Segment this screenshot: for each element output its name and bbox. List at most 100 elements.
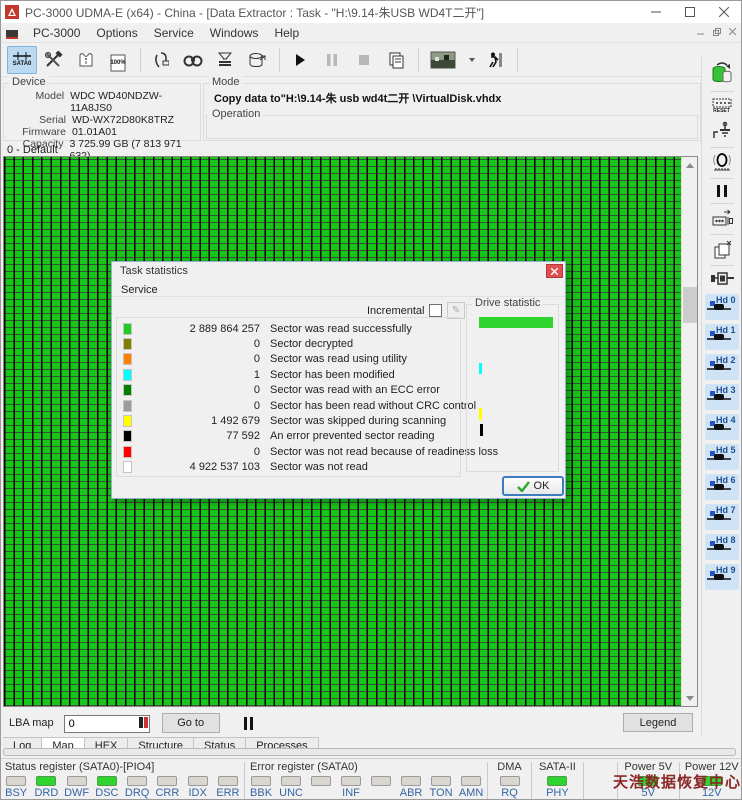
hd-head-button[interactable]: Hd 6 [705, 474, 739, 500]
toolbar: SATA0 100% [1, 43, 703, 77]
ide-connector-icon[interactable] [705, 271, 739, 285]
dialog-close-button[interactable] [546, 264, 563, 278]
sector-count: 0 [132, 353, 260, 365]
pause-task-icon[interactable] [705, 184, 739, 198]
sector-count: 0 [132, 400, 260, 412]
utility-tools-button[interactable] [39, 46, 69, 74]
color-swatch [123, 369, 132, 381]
mode-title: Mode [209, 76, 243, 88]
goto-button[interactable]: Go to [162, 713, 220, 733]
sata0-port-button[interactable]: SATA0 [7, 46, 37, 74]
titlebar: PC-3000 UDMA-E (x64) - China - [Data Ext… [1, 1, 741, 23]
status-register-group: Status register (SATA0)-[PIO4] BSYDRDDWF… [1, 761, 243, 800]
menu-item[interactable]: Service [146, 24, 202, 42]
oscilloscope-probe-button[interactable] [146, 46, 176, 74]
mdi-restore-icon[interactable] [713, 28, 721, 39]
device-field-row: Model WDC WD40NDZW-11A8JS0 [4, 90, 200, 114]
hd-head-button[interactable]: Hd 7 [705, 504, 739, 530]
device-field-row: Serial WD-WX72D80K8TRZ [4, 114, 200, 126]
hd-head-button[interactable]: Hd 4 [705, 414, 739, 440]
lba-input[interactable] [64, 715, 150, 733]
statistics-row: 0 Sector decrypted [117, 336, 460, 351]
menu-item[interactable]: PC-3000 [25, 24, 88, 42]
exit-button[interactable] [480, 46, 510, 74]
sector-label: Sector was read successfully [270, 323, 412, 335]
sector-counter-icon[interactable] [705, 153, 739, 173]
dma-group: DMA RQ [489, 761, 530, 800]
window-title: PC-3000 UDMA-E (x64) - China - [Data Ext… [25, 4, 484, 21]
color-swatch [123, 400, 132, 412]
mdi-minimize-icon[interactable] [697, 28, 705, 39]
pause-button[interactable] [317, 46, 347, 74]
legend-button[interactable]: Legend [623, 713, 693, 732]
dialog-menu-service[interactable]: Service [112, 282, 158, 296]
stop-button[interactable] [349, 46, 379, 74]
ok-button[interactable]: OK [502, 476, 564, 496]
chip-transfer-icon[interactable] [705, 209, 739, 229]
virtual-disk-icon[interactable] [705, 60, 739, 86]
menu-item[interactable]: Help [266, 24, 307, 42]
close-copies-icon[interactable] [705, 240, 739, 260]
error-led: BBK [246, 776, 276, 799]
percent-label: 100% [110, 60, 125, 66]
incremental-checkbox[interactable] [429, 304, 442, 317]
hd-head-button[interactable]: Hd 3 [705, 384, 739, 410]
power-probe-icon[interactable] [705, 120, 739, 142]
maximize-button[interactable] [673, 1, 707, 23]
map-scrollbar[interactable] [681, 157, 697, 706]
menu-item[interactable]: Windows [202, 24, 267, 42]
error-led: AMN [456, 776, 486, 799]
menu-item[interactable]: Options [88, 24, 145, 42]
hd-head-icon [707, 450, 731, 468]
hd-head-button[interactable]: Hd 9 [705, 564, 739, 590]
filter-funnel-button[interactable] [210, 46, 240, 74]
dialog-titlebar[interactable]: Task statistics [112, 262, 565, 280]
sata2-group: SATA-II PHY [533, 761, 582, 800]
mdi-child-icon [5, 27, 19, 39]
drive-statistic-mark [479, 363, 482, 374]
map-view-dropdown[interactable] [464, 46, 478, 74]
status-led: DSC [92, 776, 122, 799]
status-led: ERR [213, 776, 243, 799]
sector-count: 77 592 [132, 430, 260, 442]
hd-head-button[interactable]: Hd 8 [705, 534, 739, 560]
close-button[interactable] [707, 1, 741, 23]
sector-label: Sector was read with an ECC error [270, 384, 440, 396]
error-led [306, 776, 336, 799]
phy-led: PHY [542, 776, 572, 799]
hd-head-icon [707, 480, 731, 498]
hd-head-button[interactable]: Hd 1 [705, 324, 739, 350]
mode-groupbox: Mode Copy data to"H:\9.14-朱 usb wd4t二开 \… [203, 83, 701, 141]
hd-head-button[interactable]: Hd 2 [705, 354, 739, 380]
scroll-thumb[interactable] [683, 287, 697, 323]
hd-head-button[interactable]: Hd 5 [705, 444, 739, 470]
sector-label: An error prevented sector reading [270, 430, 434, 442]
mdi-close-icon[interactable] [729, 28, 737, 39]
device-field-label: Firmware [4, 126, 66, 138]
script-info-button[interactable] [71, 46, 101, 74]
drive-statistic-box: Drive statistic [466, 304, 559, 472]
map-pause-icon[interactable] [238, 713, 260, 733]
hd-head-button[interactable]: Hd 0 [705, 294, 739, 320]
scroll-up-icon[interactable] [682, 157, 698, 173]
minimize-button[interactable] [639, 1, 673, 23]
error-register-title: Error register (SATA0) [246, 761, 486, 775]
copy-pages-button[interactable] [381, 46, 411, 74]
reset-button[interactable]: RESET [705, 97, 739, 114]
color-swatch [123, 415, 132, 427]
data-container-button[interactable] [242, 46, 272, 74]
percent-doc-button[interactable]: 100% [103, 46, 133, 74]
device-field-value: 01.01A01 [72, 126, 117, 138]
error-led: TON [426, 776, 456, 799]
map-view-button[interactable] [424, 46, 462, 74]
lba-input-icon[interactable] [139, 717, 148, 728]
error-led: UNC [276, 776, 306, 799]
hd-head-icon [707, 330, 731, 348]
statistics-row: 4 922 537 103 Sector was not read [117, 460, 460, 475]
start-button[interactable] [285, 46, 315, 74]
error-led [366, 776, 396, 799]
device-field-value: WD-WX72D80K8TRZ [72, 114, 174, 126]
info-panel: Device Model WDC WD40NDZW-11A8JS0 Serial… [1, 77, 703, 143]
scroll-down-icon[interactable] [682, 690, 698, 706]
search-binoculars-button[interactable] [178, 46, 208, 74]
